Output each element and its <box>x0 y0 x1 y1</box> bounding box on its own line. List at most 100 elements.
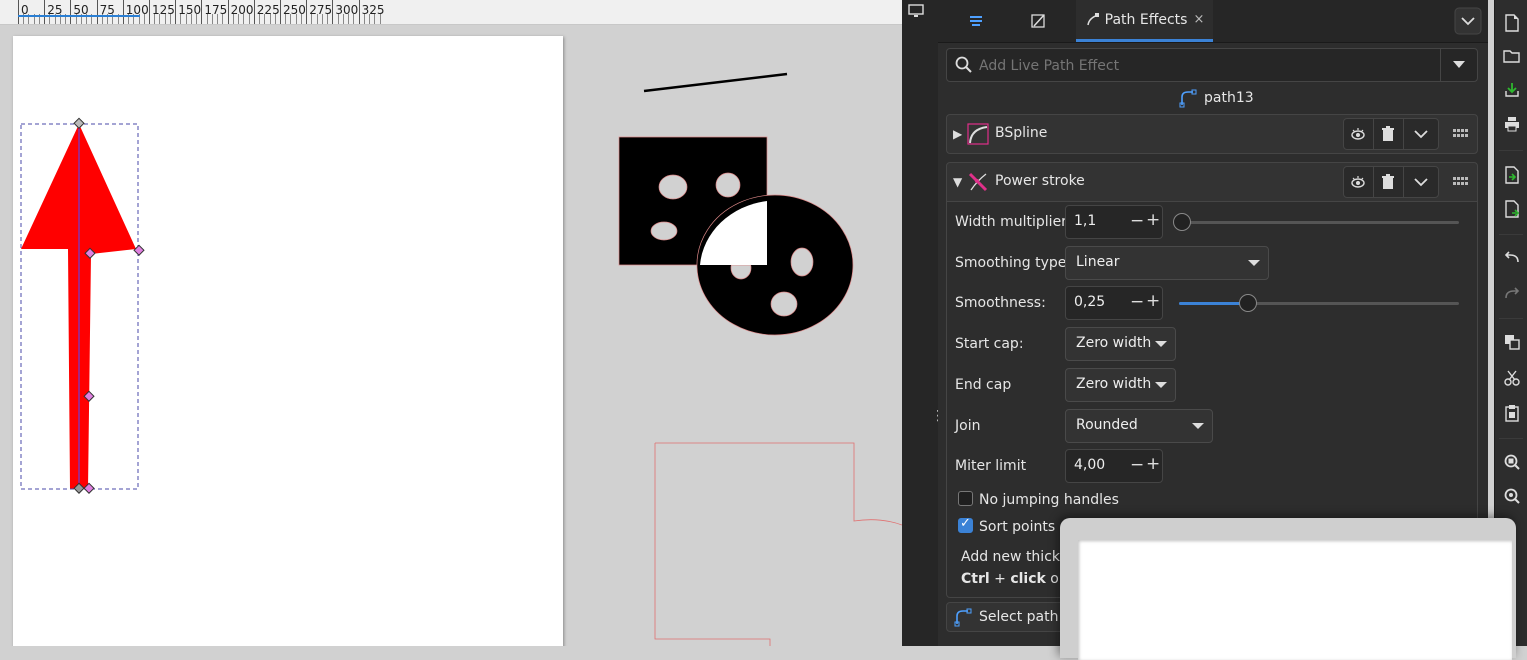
drag-handle-icon[interactable] <box>1453 128 1469 138</box>
ruler-major-tick <box>253 0 255 24</box>
miter-limit-label: Miter limit <box>955 458 1027 474</box>
ruler-major-tick <box>280 0 281 24</box>
panel-resize-grip[interactable]: ⋮ <box>931 409 945 423</box>
delete-effect-button[interactable] <box>1374 167 1404 197</box>
tab-layers[interactable] <box>956 0 996 42</box>
start-cap-dropdown[interactable]: Zero width <box>1065 327 1176 361</box>
decrement-button[interactable]: − <box>1130 455 1144 475</box>
ruler-minor-tick <box>185 14 187 24</box>
expand-triangle-icon[interactable]: ▶ <box>953 127 962 141</box>
undo-icon[interactable] <box>1503 250 1521 268</box>
display-mode-icon[interactable] <box>907 4 925 18</box>
floating-dialog-window[interactable] <box>1060 518 1516 660</box>
paste-icon[interactable] <box>1503 404 1521 422</box>
increment-button[interactable]: + <box>1146 210 1160 230</box>
ruler-major-tick <box>122 0 124 24</box>
delete-effect-button[interactable] <box>1374 119 1404 149</box>
close-tab-icon[interactable]: × <box>1193 12 1204 27</box>
smoothing-type-dropdown[interactable]: Linear <box>1065 246 1269 280</box>
smoothness-slider-fill <box>1179 302 1245 305</box>
tab-fill-stroke[interactable] <box>1018 0 1058 42</box>
start-cap-label: Start cap: <box>955 336 1024 352</box>
effect-menu-button[interactable] <box>1404 119 1439 149</box>
increment-button[interactable]: + <box>1146 291 1160 311</box>
slider-knob[interactable] <box>1173 213 1191 231</box>
effect-power-stroke[interactable]: ▼ Power stroke <box>946 162 1478 202</box>
current-path-label: path13 <box>1178 88 1254 108</box>
print-icon[interactable] <box>1503 116 1521 134</box>
ruler-major-tick <box>201 0 203 24</box>
effect-actions <box>1343 166 1439 198</box>
dropdown-value: Zero width <box>1076 376 1152 392</box>
red-arrow-object[interactable] <box>21 124 136 489</box>
black-line-object[interactable] <box>643 72 788 93</box>
drawing-canvas[interactable] <box>0 25 902 646</box>
copy-icon[interactable] <box>1503 334 1521 352</box>
ruler-minor-tick <box>348 14 350 24</box>
tabs-menu-button[interactable] <box>1450 0 1486 42</box>
end-cap-dropdown[interactable]: Zero width <box>1065 368 1176 402</box>
redo-icon[interactable] <box>1503 286 1521 304</box>
ruler-label: 325 <box>361 3 385 17</box>
decrement-button[interactable]: − <box>1130 211 1144 231</box>
circle-with-holes-object[interactable] <box>696 194 854 336</box>
import-icon[interactable] <box>1503 166 1521 184</box>
toggle-visibility-button[interactable] <box>1344 167 1374 197</box>
toggle-visibility-button[interactable] <box>1344 119 1374 149</box>
effect-actions <box>1343 118 1439 150</box>
ruler-minor-tick <box>316 14 318 24</box>
collapse-triangle-icon[interactable]: ▼ <box>953 175 962 189</box>
outline-path-object[interactable] <box>654 442 902 646</box>
ruler-minor-tick <box>311 14 313 24</box>
ruler-minor-tick <box>143 14 145 24</box>
search-input[interactable] <box>977 54 1441 78</box>
ruler-minor-tick <box>337 14 339 24</box>
panel-gutter: ⋮ <box>902 0 945 646</box>
smoothness-spinbox[interactable]: 0,25 − + <box>1065 286 1163 320</box>
miter-limit-spinbox[interactable]: 4,00 − + <box>1065 449 1163 483</box>
chevron-down-icon <box>1414 178 1428 187</box>
open-document-icon[interactable] <box>1503 48 1521 66</box>
horizontal-ruler[interactable]: 0 25 50 75 100 125 150 175 200 225 250 275 300 325 <box>0 0 902 25</box>
path-icon <box>1179 89 1197 108</box>
save-document-icon[interactable] <box>1503 82 1521 100</box>
decrement-button[interactable]: − <box>1130 292 1144 312</box>
caret-down-icon <box>1248 260 1260 266</box>
zoom-drawing-icon[interactable] <box>1503 488 1521 506</box>
ruler-minor-tick <box>196 14 198 24</box>
effect-bspline[interactable]: ▶ BSpline <box>946 114 1478 154</box>
search-dropdown-button[interactable] <box>1440 49 1477 81</box>
hint-click: click <box>1010 571 1046 587</box>
join-dropdown[interactable]: Rounded <box>1065 409 1213 443</box>
ruler-minor-tick <box>217 14 219 24</box>
hint-ctrl: Ctrl <box>961 571 990 587</box>
increment-button[interactable]: + <box>1146 454 1160 474</box>
width-multiplier-spinbox[interactable]: 1,1 − + <box>1065 205 1163 239</box>
dock-tab-bar: Path Effects × <box>938 0 1488 43</box>
slider-knob[interactable] <box>1239 294 1257 312</box>
new-document-icon[interactable] <box>1503 14 1521 32</box>
power-stroke-icon <box>968 172 988 192</box>
ruler-minor-tick <box>342 14 344 24</box>
sort-points-checkbox[interactable] <box>958 516 973 533</box>
ruler-minor-tick <box>206 14 208 24</box>
ruler-minor-tick <box>374 14 376 24</box>
ruler-minor-tick <box>164 14 166 24</box>
join-label: Join <box>955 418 981 434</box>
export-icon[interactable] <box>1503 200 1521 218</box>
ruler-minor-tick <box>300 14 302 24</box>
canvas-drawing <box>20 72 902 646</box>
no-jumping-handles-checkbox[interactable] <box>958 491 973 506</box>
ruler-minor-tick <box>363 14 365 24</box>
node-handle[interactable] <box>133 244 145 256</box>
chevron-down-icon <box>1454 7 1482 35</box>
cut-icon[interactable] <box>1503 370 1521 388</box>
effect-menu-button[interactable] <box>1404 167 1439 197</box>
drag-handle-icon[interactable] <box>1453 176 1469 186</box>
width-multiplier-slider[interactable] <box>1179 221 1459 224</box>
tab-path-effects[interactable]: Path Effects × <box>1076 0 1213 42</box>
zoom-selection-icon[interactable] <box>1503 454 1521 472</box>
node-handle[interactable] <box>73 117 85 129</box>
path-icon <box>954 608 972 627</box>
ruler-minor-tick <box>159 14 161 24</box>
